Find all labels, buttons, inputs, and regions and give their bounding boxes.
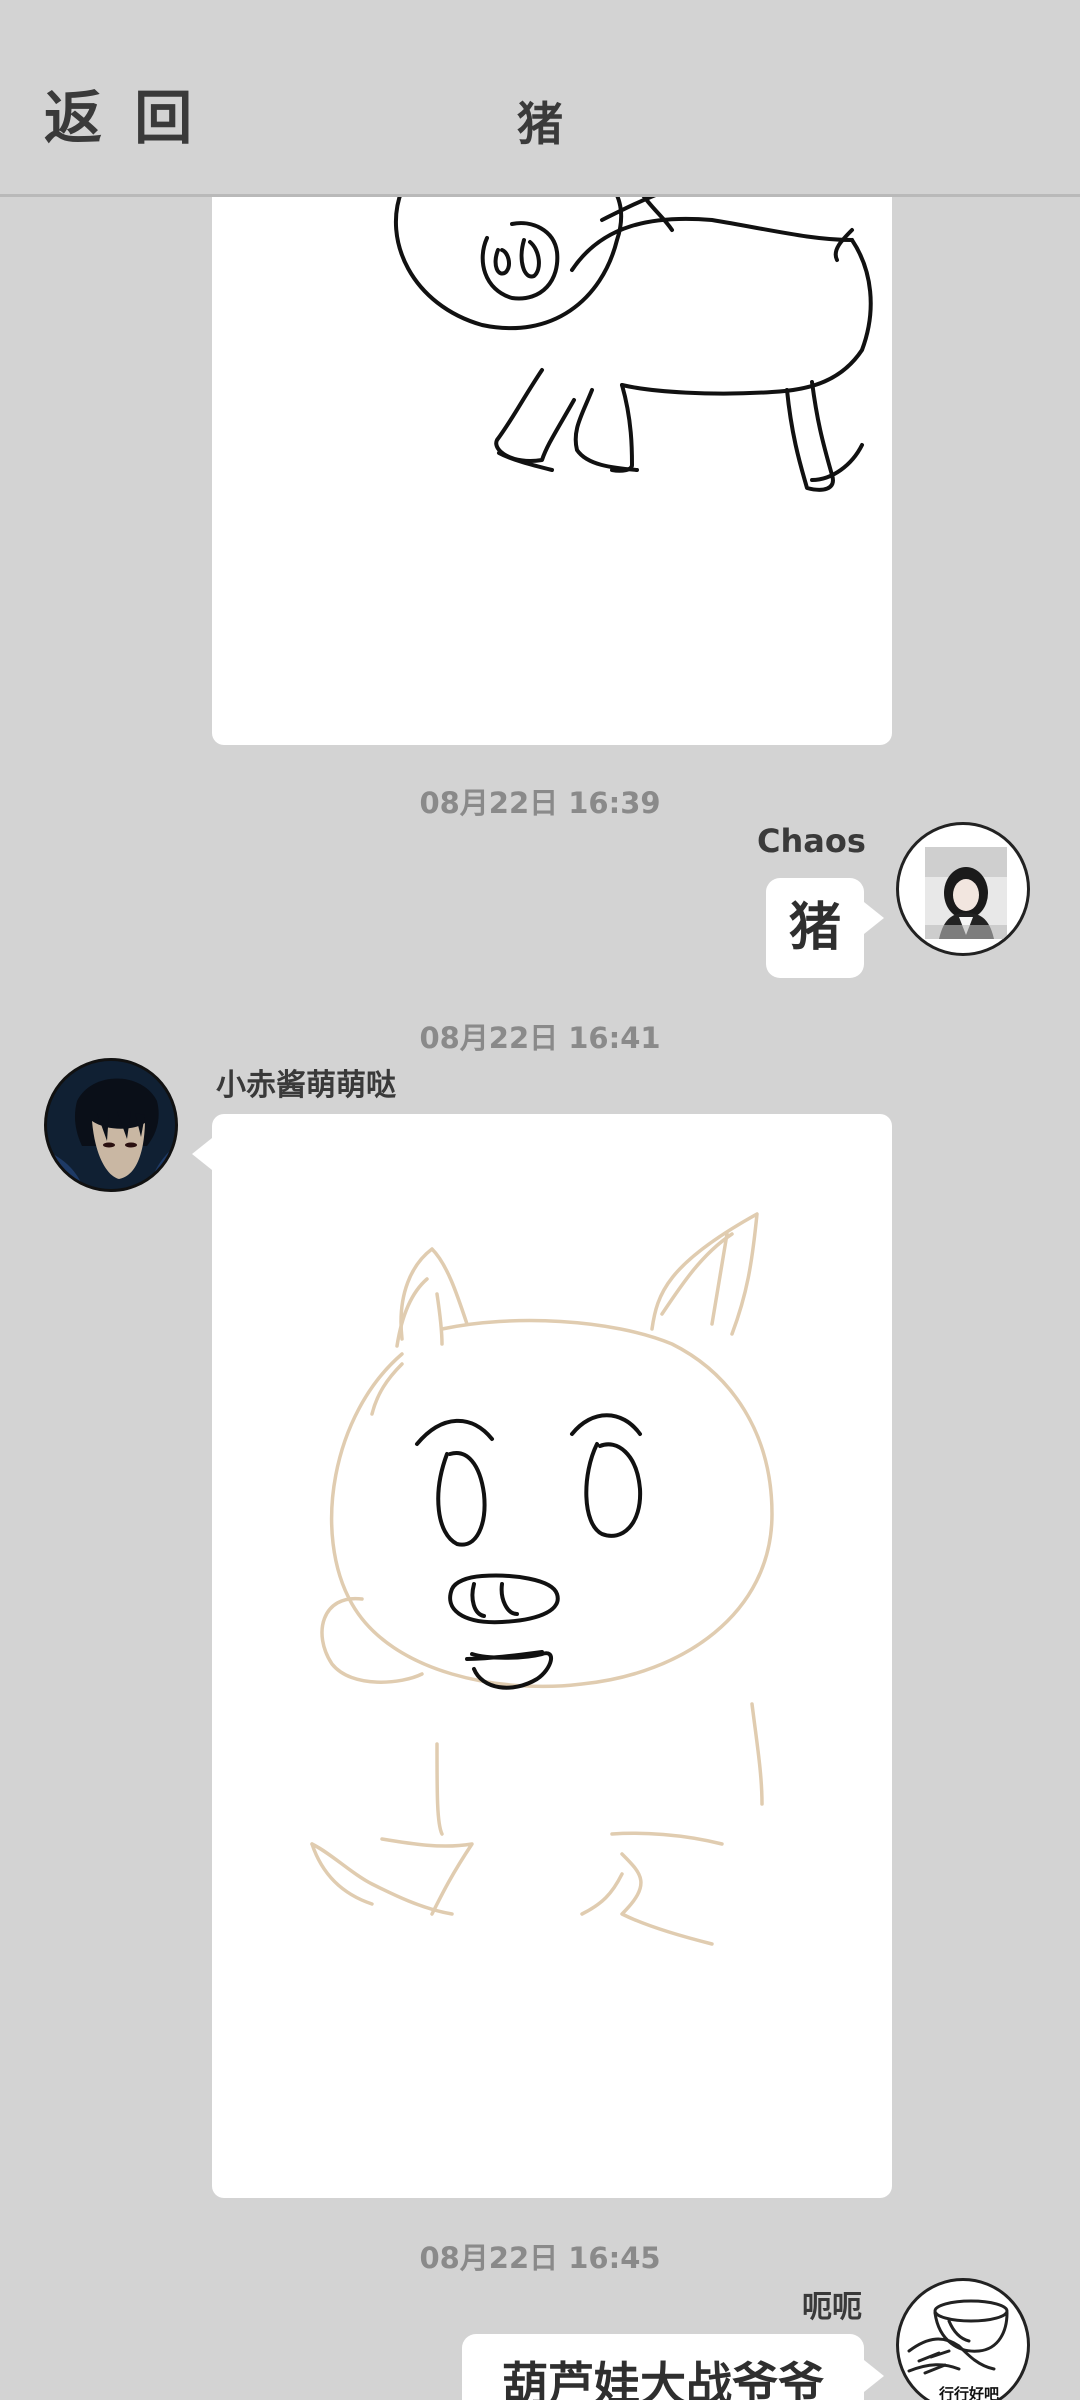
sender-name-chaos: Chaos: [757, 822, 866, 860]
page-title: 猪: [517, 97, 563, 151]
bubble-tail: [192, 1138, 212, 1170]
meme-sticker-avatar: 行行好吧: [907, 2299, 1009, 2400]
text-bubble-ee[interactable]: 葫芦娃大战爷爷: [462, 2334, 864, 2400]
girl-photo-avatar: [925, 847, 1007, 939]
avatar-caption: 行行好吧: [938, 2385, 999, 2400]
pig-drawing-beige: [310, 1212, 774, 1946]
timestamp-2: 08月22日 16:41: [419, 1021, 661, 1055]
sender-name-xiaochijiang: 小赤酱萌萌哒: [216, 1068, 396, 1103]
avatar-xiaochijiang[interactable]: [44, 1058, 178, 1192]
drawing-message-2[interactable]: [212, 1114, 892, 2198]
text-bubble-chaos[interactable]: 猪: [766, 878, 864, 978]
anime-character-avatar: [47, 1061, 175, 1189]
chat-screen: 08月22日 16:39 Chaos 猪 08月22日 16:41 小赤酱萌萌哒…: [0, 0, 1080, 2400]
timestamp-3: 08月22日 16:45: [419, 2241, 661, 2275]
bubble-tail: [864, 2360, 884, 2392]
timestamp-1: 08月22日 16:39: [419, 786, 661, 820]
top-bar: 返 回 猪: [0, 0, 1080, 197]
sender-name-ee: 呃呃: [802, 2290, 862, 2325]
avatar-ee[interactable]: 行行好吧: [896, 2278, 1030, 2400]
drawing-message-1[interactable]: [212, 120, 892, 745]
pig-drawing-black: [393, 166, 873, 492]
bubble-tail: [864, 902, 884, 934]
avatar-chaos[interactable]: [896, 822, 1030, 956]
message-feed[interactable]: 08月22日 16:39 Chaos 猪 08月22日 16:41 小赤酱萌萌哒…: [0, 0, 1080, 2400]
